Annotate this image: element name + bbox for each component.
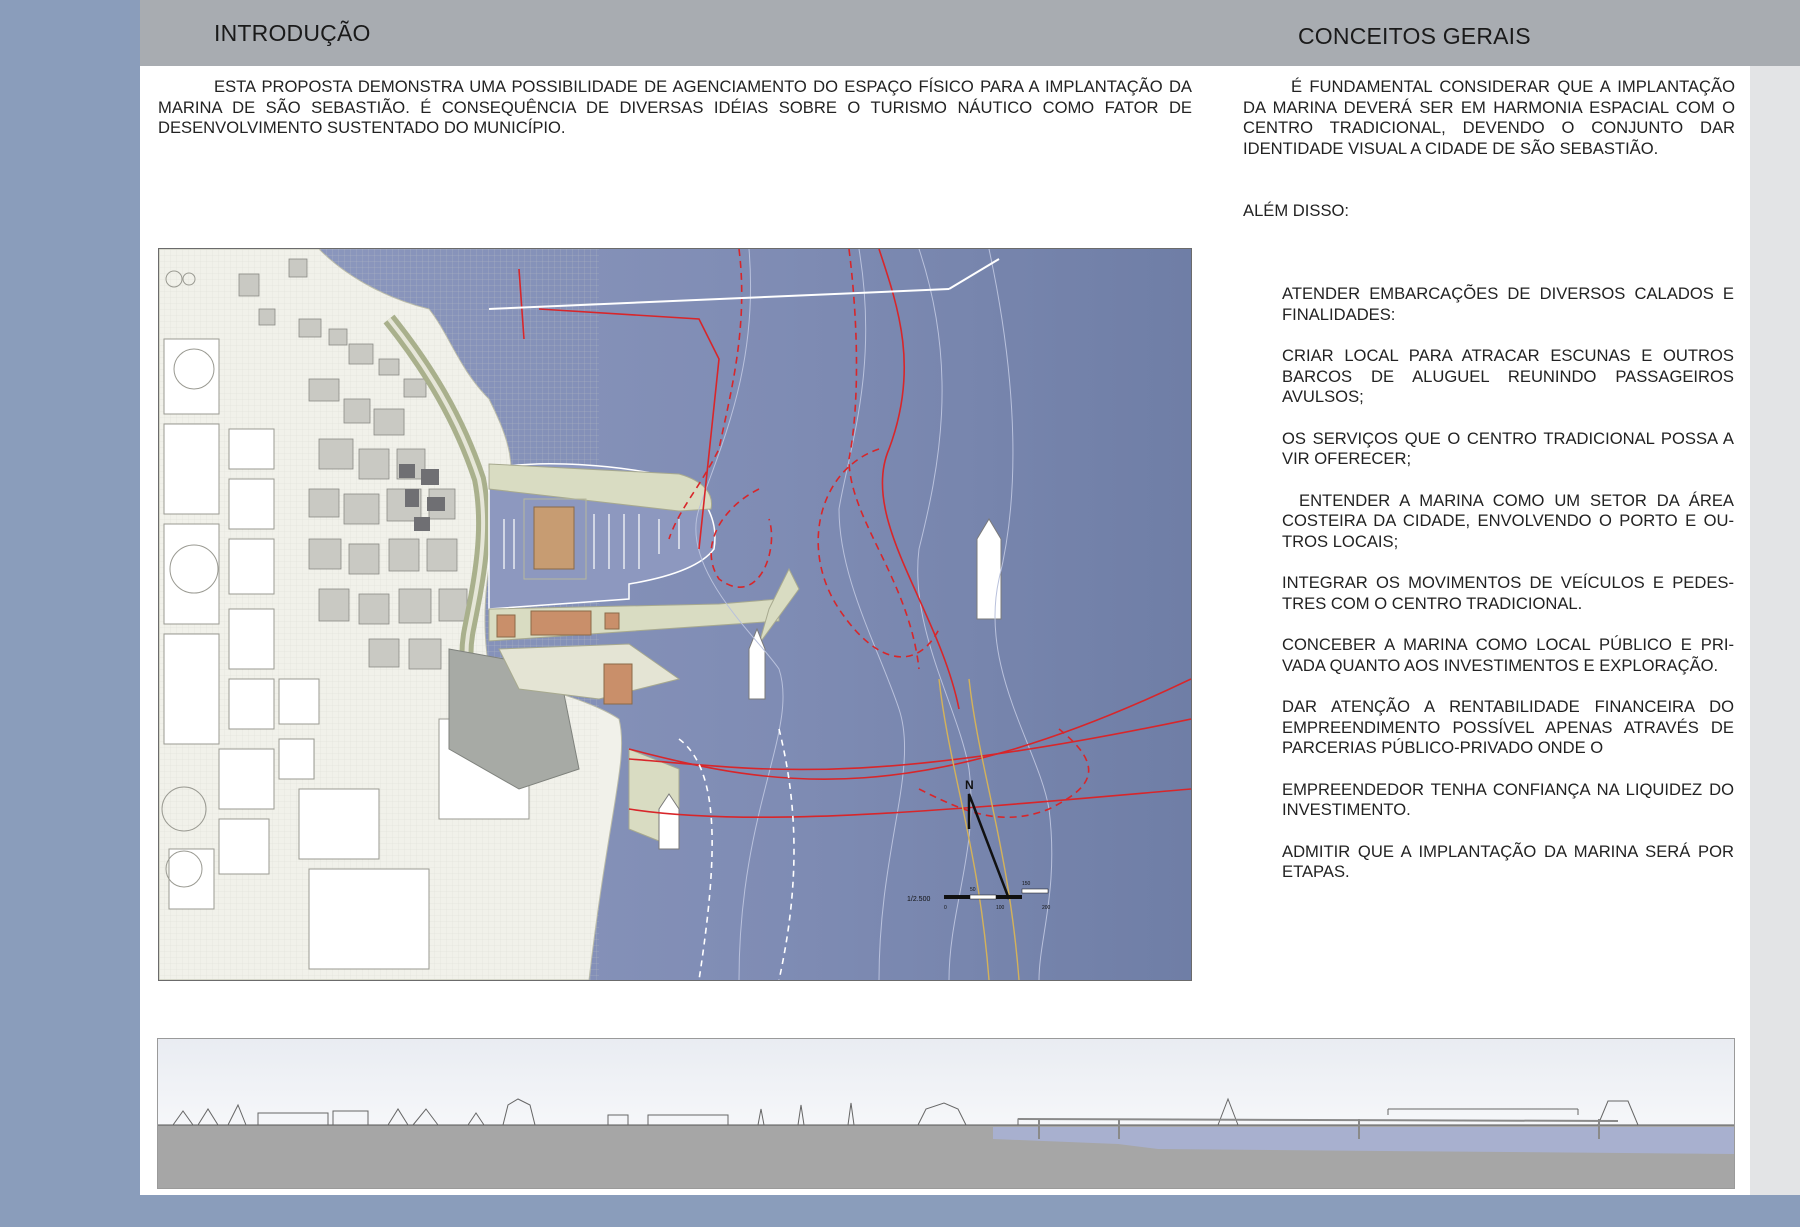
concept-item: CRIAR LOCAL PARA ATRACAR ESCUNAS E OUTRO… bbox=[1282, 346, 1734, 406]
scale-tick: 150 bbox=[1022, 881, 1031, 887]
concept-item: INTEGRAR OS MOVIMENTOS DE VEÍCULOS E PED… bbox=[1282, 573, 1734, 613]
intro-title: INTRODUÇÃO bbox=[214, 20, 371, 46]
concept-item: EMPREENDEDOR TENHA CONFIANÇA NA LIQUIDEZ… bbox=[1282, 779, 1734, 820]
concept-item: CONCEBER A MARINA COMO LOCAL PÚBLICO E P… bbox=[1282, 635, 1734, 675]
concept-item: ENTENDER A MARINA COMO UM SETOR DA ÁREA … bbox=[1282, 490, 1734, 551]
marina-building bbox=[533, 506, 575, 570]
concept-item: DAR ATENÇÃO A RENTABILIDADE FINANCEIRA D… bbox=[1282, 697, 1734, 757]
concept-item: ADMITIR QUE A IMPLANTAÇÃO DA MARINA SERÁ… bbox=[1282, 841, 1734, 882]
scale-tick: 0 bbox=[944, 905, 947, 911]
concepts-list: ATENDER EMBARCAÇÕES DE DIVERSOS CALADOS … bbox=[1282, 284, 1734, 904]
concept-item: ATENDER EMBARCAÇÕES DE DIVERSOS CALADOS … bbox=[1282, 284, 1734, 324]
scale-tick: 200 bbox=[1042, 905, 1051, 911]
scale-tick: 50 bbox=[970, 887, 976, 893]
concept-item: OS SERVIÇOS QUE O CENTRO TRADICIONAL POS… bbox=[1282, 428, 1734, 469]
intro-paragraph: ESTA PROPOSTA DEMONSTRA UMA POSSIBILIDAD… bbox=[158, 77, 1192, 137]
coastal-elevation bbox=[157, 1038, 1735, 1189]
concepts-paragraph: É FUNDAMENTAL CONSIDERAR QUE A IMPLANTAÇ… bbox=[1243, 77, 1735, 158]
header-bar bbox=[140, 0, 1800, 66]
right-margin-strip bbox=[1750, 66, 1800, 1195]
elevation-drawing bbox=[158, 1039, 1734, 1188]
concepts-title: CONCEITOS GERAIS bbox=[1298, 23, 1531, 49]
terminal-building bbox=[603, 663, 633, 705]
alem-disso-label: ALÉM DISSO: bbox=[1243, 201, 1350, 220]
site-plan-drawing: N 1/2.500 0 50 100 150 200 bbox=[159, 249, 1191, 980]
site-plan-map: N 1/2.500 0 50 100 150 200 bbox=[158, 248, 1192, 981]
scale-tick: 100 bbox=[996, 905, 1005, 911]
north-label: N bbox=[965, 778, 974, 792]
scale-label: 1/2.500 bbox=[907, 896, 930, 903]
